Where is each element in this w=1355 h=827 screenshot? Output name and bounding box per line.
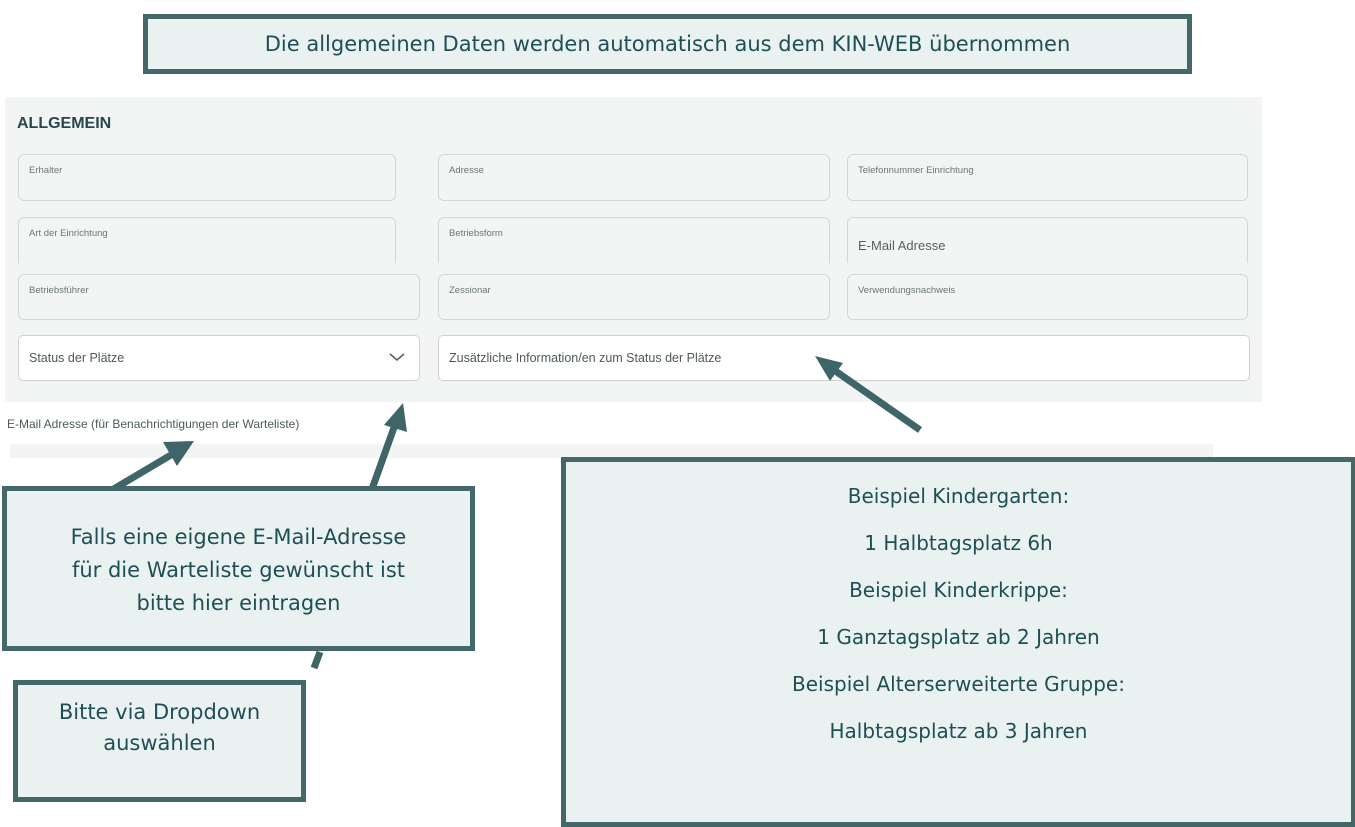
- example-line: Halbtagsplatz ab 3 Jahren: [829, 719, 1088, 743]
- example-line: 1 Halbtagsplatz 6h: [864, 531, 1053, 555]
- callout-line: auswählen: [103, 731, 216, 755]
- example-line: Beispiel Kindergarten:: [847, 484, 1070, 508]
- example-line: Beispiel Kinderkrippe:: [849, 578, 1068, 602]
- callout-line: Falls eine eigene E-Mail-Adresse: [70, 525, 407, 549]
- callout-line: Bitte via Dropdown: [58, 700, 261, 724]
- example-line: Beispiel Alterserweiterte Gruppe:: [792, 672, 1125, 696]
- example-line: 1 Ganztagsplatz ab 2 Jahren: [817, 625, 1100, 649]
- arrow-icon: [310, 650, 324, 670]
- warteliste-callout: Falls eine eigene E-Mail-Adresse für die…: [2, 486, 475, 651]
- arrow-icon: [831, 367, 923, 433]
- callout-line: bitte hier eintragen: [136, 591, 341, 615]
- callout-line: für die Warteliste gewünscht ist: [71, 558, 406, 582]
- arrow-head-icon: [384, 403, 407, 432]
- dropdown-callout: Bitte via Dropdown auswählen: [13, 680, 306, 802]
- examples-callout: Beispiel Kindergarten: 1 Halbtagsplatz 6…: [561, 457, 1355, 827]
- arrow-icon: [110, 448, 178, 494]
